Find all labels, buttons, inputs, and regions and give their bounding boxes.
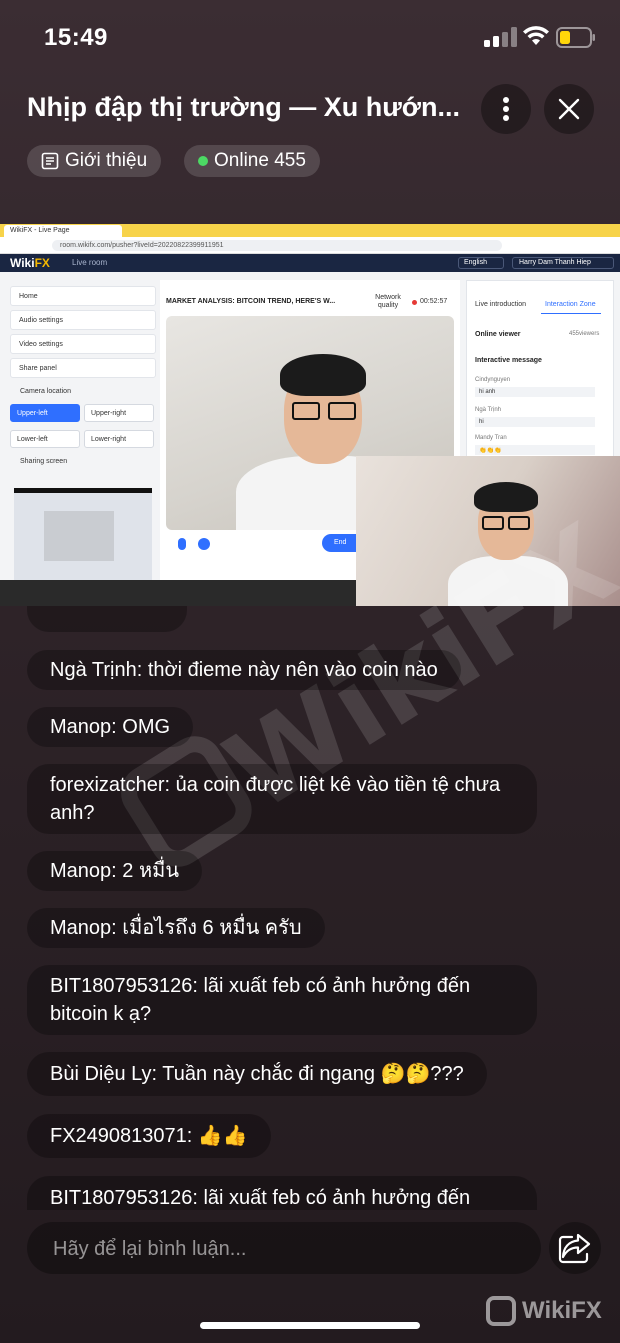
battery-icon bbox=[556, 27, 595, 48]
wifi-icon bbox=[523, 26, 549, 45]
browser-url: room.wikifx.com/pusher?liveId=2022082239… bbox=[52, 240, 502, 251]
stream-lower-left: Lower-left bbox=[10, 430, 80, 448]
chat-message: Ngà Trịnh: thời đieme này nên vào coin n… bbox=[27, 650, 461, 690]
stream-camera-location: Camera location bbox=[20, 388, 71, 395]
chat-message: BIT1807953126: lãi xuất feb có ảnh hưởng… bbox=[27, 965, 537, 1035]
browser-address-bar: room.wikifx.com/pusher?liveId=2022082239… bbox=[0, 237, 620, 254]
close-button[interactable] bbox=[544, 84, 594, 134]
online-count: Online 455 bbox=[214, 150, 306, 171]
status-time: 15:49 bbox=[44, 24, 108, 51]
stream-upper-left: Upper-left bbox=[10, 404, 80, 422]
site-language: English bbox=[458, 257, 504, 269]
stream-msg-name: Ngà Trịnh bbox=[475, 407, 502, 413]
stream-video-settings: Video settings bbox=[10, 334, 156, 354]
stream-upper-right: Upper-right bbox=[84, 404, 154, 422]
record-dot bbox=[412, 300, 417, 305]
chat-message-partial bbox=[27, 606, 187, 632]
stream-msg-text: hi anh bbox=[475, 387, 595, 397]
site-subtitle: Live room bbox=[72, 258, 108, 267]
site-logo: WikiFX bbox=[10, 256, 50, 270]
document-icon bbox=[41, 152, 59, 170]
stream-sharing-screen: Sharing screen bbox=[20, 458, 68, 465]
comment-input[interactable] bbox=[53, 1236, 513, 1262]
chat-message: Manop: 2 หมื่น bbox=[27, 851, 202, 891]
chat-message: Manop: เมื่อไรถึง 6 หมื่น ครับ bbox=[27, 908, 325, 948]
cellular-signal-icon bbox=[484, 27, 517, 47]
sharing-screen-thumbnail bbox=[14, 488, 152, 580]
home-indicator bbox=[200, 1322, 420, 1329]
network-quality: Network quality bbox=[375, 294, 401, 309]
intro-chip[interactable]: Giới thiệu bbox=[27, 145, 162, 177]
stream-msg-name: Mandy Tran bbox=[475, 435, 507, 441]
browser-tab-bar: WikiFX - Live Page bbox=[0, 224, 620, 237]
footer-brand-logo: WikiFX bbox=[486, 1294, 606, 1328]
tab-underline bbox=[541, 313, 601, 314]
intro-chip-label: Giới thiệu bbox=[65, 150, 148, 171]
online-dot bbox=[198, 156, 208, 166]
chat-message: BIT1807953126: lãi xuất feb có ảnh hưởng… bbox=[27, 1176, 537, 1210]
tab-live-introduction: Live introduction bbox=[475, 301, 526, 308]
viewer-count: 455viewers bbox=[569, 331, 600, 337]
tab-interaction-zone: Interaction Zone bbox=[545, 301, 596, 308]
browser-tab: WikiFX - Live Page bbox=[4, 225, 122, 237]
stream-title: MARKET ANALYSIS: BITCOIN TREND, HERE'S W… bbox=[166, 298, 336, 305]
camera-icon bbox=[198, 538, 210, 550]
stream-audio-settings: Audio settings bbox=[10, 310, 156, 330]
stream-timer: 00:52:57 bbox=[420, 298, 448, 305]
desktop-taskbar bbox=[0, 580, 356, 606]
more-vertical-icon bbox=[503, 97, 509, 121]
close-icon bbox=[558, 98, 580, 120]
share-icon bbox=[558, 1233, 591, 1264]
chat-message: FX2490813071: 👍👍 bbox=[27, 1114, 271, 1158]
site-user: Harry Dam Thanh Hiep bbox=[512, 257, 614, 269]
chat-message: Manop: OMG bbox=[27, 707, 194, 747]
stream-share-panel: Share panel bbox=[10, 358, 156, 378]
chat-message: forexizatcher: ủa coin được liệt kê vào … bbox=[27, 764, 537, 834]
live-title: Nhịp đập thị trường — Xu hướn... bbox=[27, 92, 460, 122]
stream-msg-text: 👏👏👏 bbox=[475, 445, 595, 455]
stream-msg-text: hi bbox=[475, 417, 595, 427]
comment-bar bbox=[27, 1222, 541, 1274]
stream-msg-name: Cindynguyen bbox=[475, 377, 511, 383]
stream-home: Home bbox=[10, 286, 156, 306]
share-button[interactable] bbox=[549, 1222, 601, 1274]
more-button[interactable] bbox=[481, 84, 531, 134]
site-header: WikiFX Live room English Harry Dam Thanh… bbox=[0, 254, 620, 272]
status-bar: 15:49 bbox=[0, 0, 620, 76]
stream-lower-right: Lower-right bbox=[84, 430, 154, 448]
online-viewer-label: Online viewer bbox=[475, 331, 521, 338]
mic-icon bbox=[178, 538, 186, 550]
chat-message: Bùi Diệu Ly: Tuần này chắc đi ngang 🤔🤔??… bbox=[27, 1052, 487, 1096]
interactive-message-label: Interactive message bbox=[475, 357, 542, 364]
online-chip: Online 455 bbox=[184, 145, 320, 177]
